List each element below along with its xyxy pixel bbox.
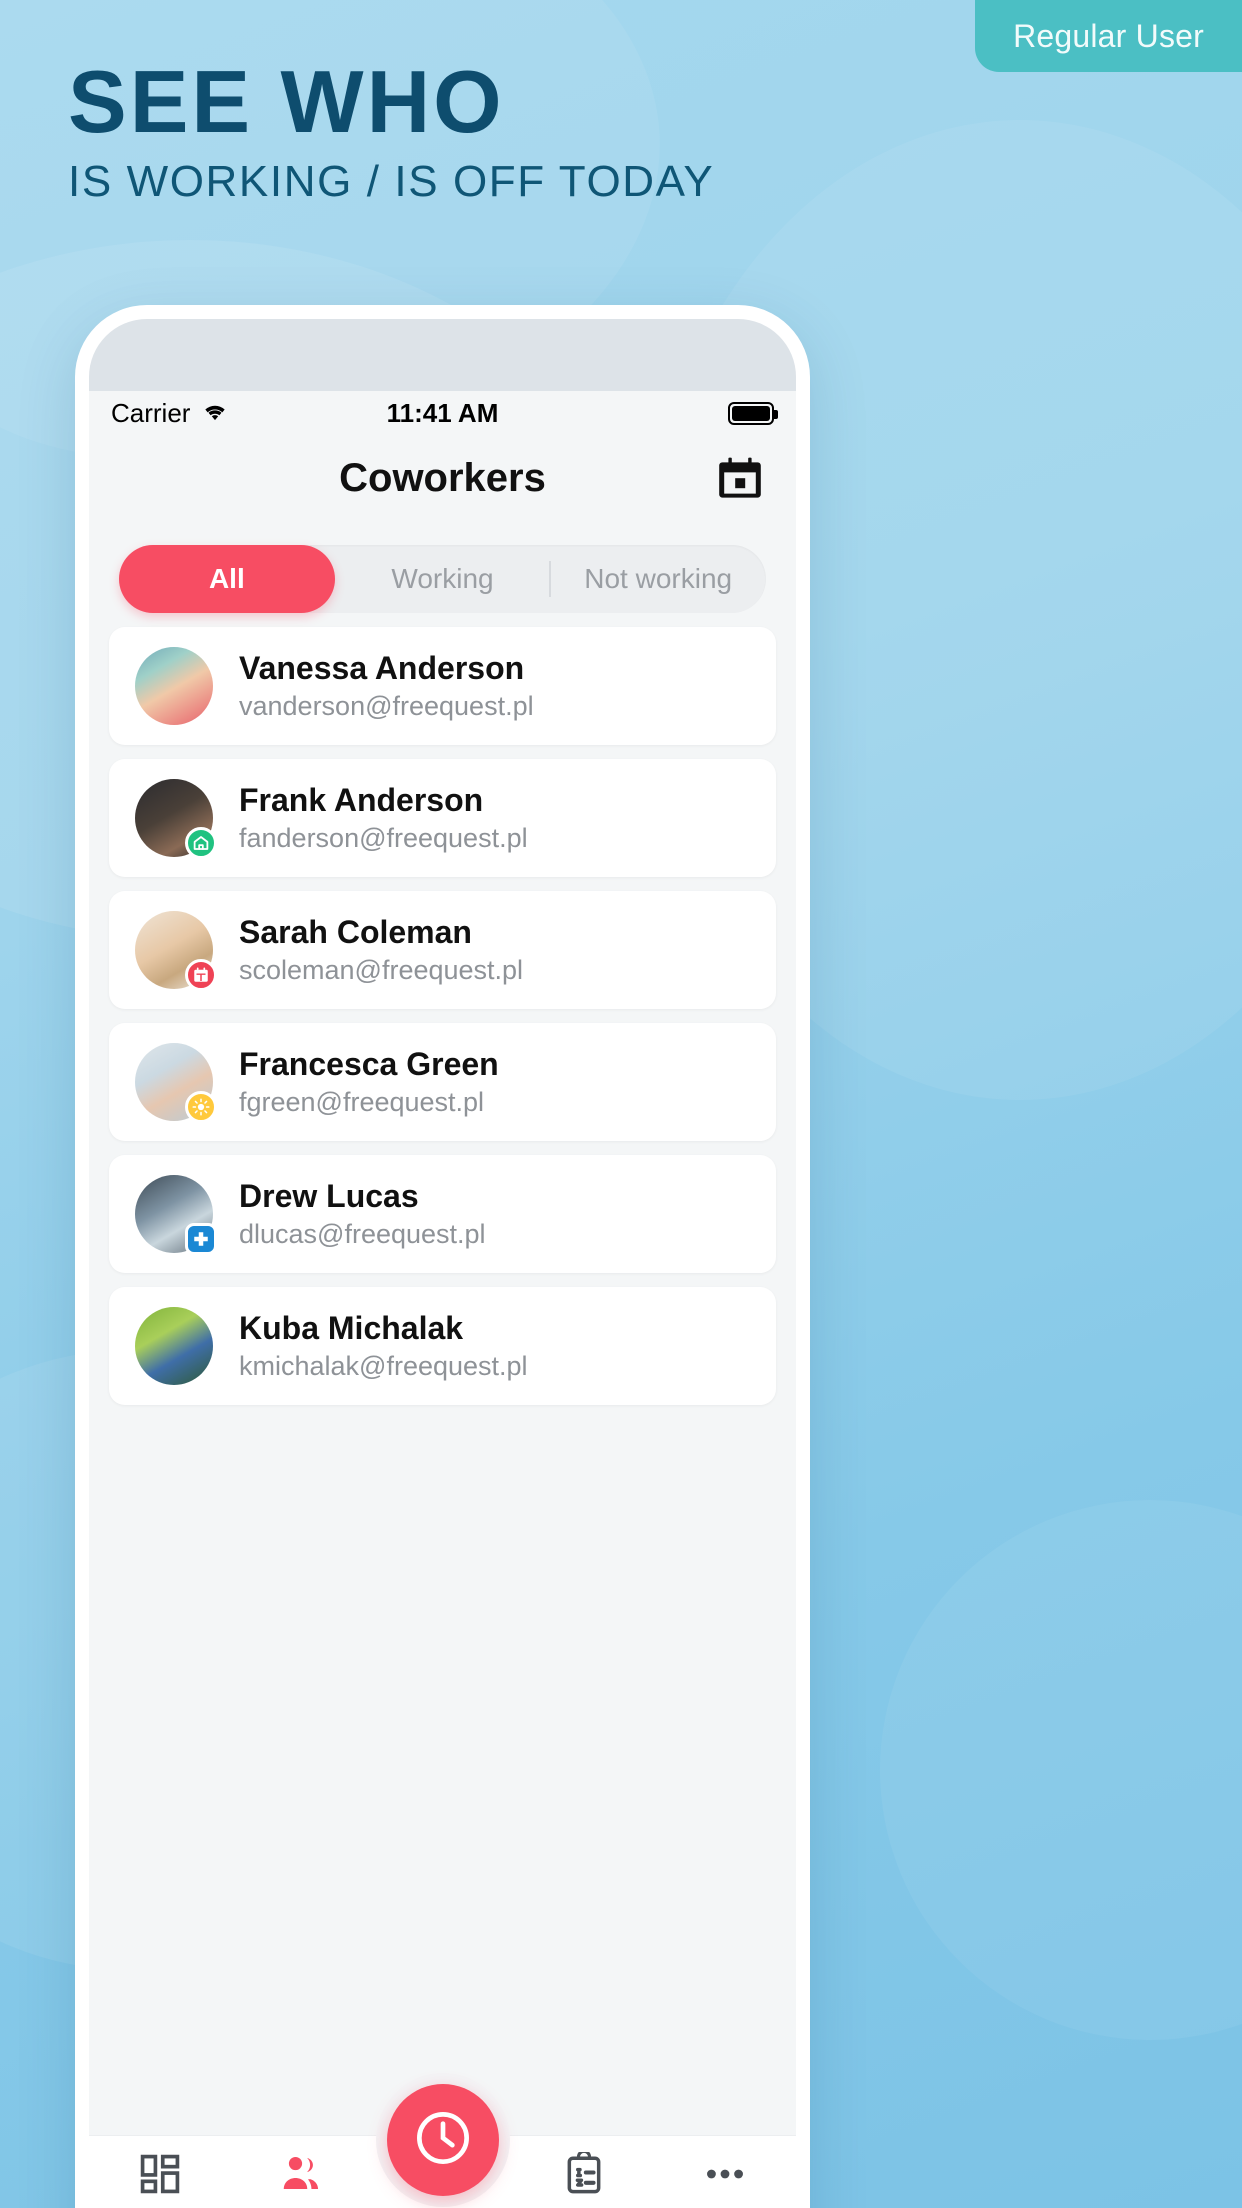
list-item[interactable]: Frank Anderson fanderson@freequest.pl	[109, 759, 776, 877]
filter-segmented-control: All Working Not working	[89, 521, 796, 627]
coworker-email: dlucas@freequest.pl	[239, 1218, 486, 1249]
list-item[interactable]: Kuba Michalak kmichalak@freequest.pl	[109, 1287, 776, 1405]
list-item[interactable]: Vanessa Anderson vanderson@freequest.pl	[109, 627, 776, 745]
list-item[interactable]: Francesca Green fgreen@freequest.pl	[109, 1023, 776, 1141]
ellipsis-icon	[703, 2152, 747, 2196]
list-item-text: Francesca Green fgreen@freequest.pl	[239, 1046, 499, 1118]
coworker-name: Francesca Green	[239, 1046, 499, 1083]
status-bar: Carrier 11:41 AM	[89, 391, 796, 435]
page-title: Coworkers	[339, 455, 546, 500]
battery-full-icon	[728, 401, 778, 425]
promo-headline: SEE WHO	[68, 52, 505, 151]
coworker-name: Drew Lucas	[239, 1178, 419, 1215]
people-icon	[279, 2152, 323, 2196]
fab-notch	[375, 2073, 510, 2207]
status-bar-left: Carrier	[111, 398, 230, 429]
carrier-label: Carrier	[111, 397, 191, 428]
coworker-name: Sarah Coleman	[239, 914, 472, 951]
bottom-tab-bar: Dashboard Coworkers	[89, 2073, 796, 2208]
phone-mockup: Carrier 11:41 AM Coworkers All Working N…	[75, 305, 810, 2208]
coworker-email: scoleman@freequest.pl	[239, 954, 524, 985]
list-item-text: Drew Lucas dlucas@freequest.pl	[239, 1178, 486, 1250]
avatar	[135, 647, 213, 725]
promo-stage: Regular User SEE WHO IS WORKING / IS OFF…	[0, 0, 1242, 2208]
sun-icon	[185, 1091, 217, 1123]
role-badge: Regular User	[975, 0, 1242, 72]
coworker-email: fanderson@freequest.pl	[239, 822, 528, 853]
list-item[interactable]: Sarah Coleman scoleman@freequest.pl	[109, 891, 776, 1009]
tab-not-working[interactable]: Not working	[550, 545, 766, 613]
list-item-text: Sarah Coleman scoleman@freequest.pl	[239, 914, 523, 986]
list-item-text: Vanessa Anderson vanderson@freequest.pl	[239, 650, 534, 722]
coworker-name: Vanessa Anderson	[239, 650, 525, 687]
nav-bar: Coworkers	[89, 435, 796, 521]
phone-bezel: Carrier 11:41 AM Coworkers All Working N…	[89, 319, 796, 2208]
clock-icon	[410, 2105, 476, 2176]
clipboard-list-icon	[562, 2152, 606, 2196]
avatar	[135, 1307, 213, 1385]
coworker-email: kmichalak@freequest.pl	[239, 1350, 528, 1381]
tab-more[interactable]: More	[655, 2152, 796, 2208]
tab-working[interactable]: Working	[335, 545, 551, 613]
segment-track: All Working Not working	[119, 545, 766, 613]
list-item[interactable]: Drew Lucas dlucas@freequest.pl	[109, 1155, 776, 1273]
avatar-wrap	[135, 1043, 217, 1123]
avatar-wrap	[135, 1175, 217, 1255]
tab-requests[interactable]: Requests	[513, 2152, 654, 2208]
tab-coworkers[interactable]: Coworkers	[230, 2152, 371, 2208]
coworker-name: Frank Anderson	[239, 782, 484, 819]
home-icon	[185, 827, 217, 859]
avatar-wrap	[135, 779, 217, 859]
wifi-icon	[200, 398, 230, 429]
medical-cross-icon	[185, 1223, 217, 1255]
calendar-icon	[185, 959, 217, 991]
time-tracking-fab[interactable]	[386, 2084, 499, 2196]
dashboard-grid-icon	[138, 2152, 182, 2196]
status-bar-right	[728, 401, 778, 425]
coworkers-list: Vanessa Anderson vanderson@freequest.pl	[89, 627, 796, 1405]
list-item-text: Frank Anderson fanderson@freequest.pl	[239, 782, 528, 854]
avatar-wrap	[135, 647, 213, 725]
avatar-wrap	[135, 1307, 213, 1385]
promo-subheadline: IS WORKING / IS OFF TODAY	[68, 157, 715, 206]
calendar-icon[interactable]	[714, 452, 766, 504]
background-blob	[880, 1500, 1242, 2040]
tab-dashboard[interactable]: Dashboard	[89, 2152, 230, 2208]
list-item-text: Kuba Michalak kmichalak@freequest.pl	[239, 1310, 528, 1382]
tab-all[interactable]: All	[119, 545, 335, 613]
coworker-email: fgreen@freequest.pl	[239, 1086, 485, 1117]
app-screen: Carrier 11:41 AM Coworkers All Working N…	[89, 391, 796, 2208]
coworker-name: Kuba Michalak	[239, 1310, 464, 1347]
coworker-email: vanderson@freequest.pl	[239, 690, 534, 721]
avatar-wrap	[135, 911, 217, 991]
